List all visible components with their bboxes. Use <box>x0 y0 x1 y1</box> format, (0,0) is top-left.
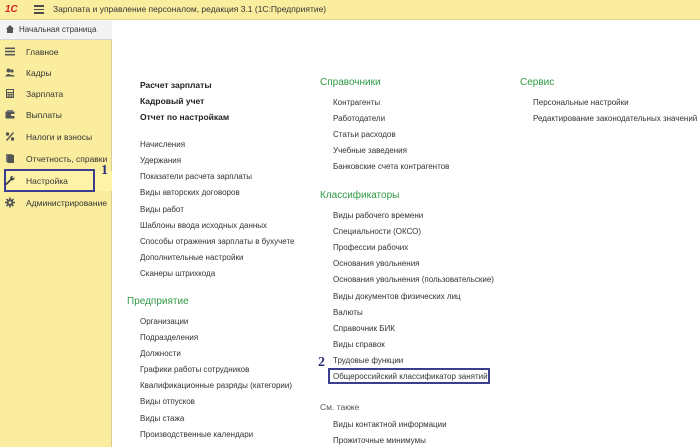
sidebar-item-payments[interactable]: Выплаты <box>0 105 112 125</box>
sidebar-item-label: Отчетность, справки <box>26 154 108 164</box>
sidebar-item-administration[interactable]: Администрирование <box>0 193 112 213</box>
section-title-service: Сервис <box>520 77 555 88</box>
home-page-tab[interactable]: Начальная страница <box>0 20 112 40</box>
link-accruals[interactable]: Начисления <box>140 140 185 149</box>
link-dismissal-grounds-custom[interactable]: Основания увольнения (пользовательские) <box>333 275 494 284</box>
link-worker-professions[interactable]: Профессии рабочих <box>333 243 408 252</box>
home-icon <box>6 25 14 33</box>
link-barcode-scanners[interactable]: Сканеры штрихкода <box>140 269 215 278</box>
link-contact-info-types[interactable]: Виды контактной информации <box>333 420 447 429</box>
sidebar-item-label: Выплаты <box>26 110 62 120</box>
link-settings-report[interactable]: Отчет по настройкам <box>140 112 229 122</box>
link-subsistence-minimums[interactable]: Прожиточные минимумы <box>333 436 426 445</box>
link-edit-legislative-values[interactable]: Редактирование законодательных значений <box>533 114 697 123</box>
link-personal-settings[interactable]: Персональные настройки <box>533 98 629 107</box>
sidebar-item-main[interactable]: Главное <box>0 42 112 62</box>
section-title-enterprise: Предприятие <box>127 296 189 307</box>
app-title: Зарплата и управление персоналом, редакц… <box>53 4 327 14</box>
link-hr-accounting[interactable]: Кадровый учет <box>140 96 204 106</box>
link-vacation-types[interactable]: Виды отпусков <box>140 397 195 406</box>
link-working-time-types[interactable]: Виды рабочего времени <box>333 211 423 220</box>
link-qualification-ranks[interactable]: Квалификационные разряды (категории) <box>140 381 292 390</box>
callout-number-1: 1 <box>101 163 108 178</box>
link-id-document-types[interactable]: Виды документов физических лиц <box>333 292 461 301</box>
link-currencies[interactable]: Валюты <box>333 308 363 317</box>
link-educational-institutions[interactable]: Учебные заведения <box>333 146 407 155</box>
gear-icon <box>5 197 15 208</box>
section-title-see-also: См. также <box>320 402 360 412</box>
link-positions[interactable]: Должности <box>140 349 181 358</box>
link-production-calendars[interactable]: Производственные календари <box>140 430 253 439</box>
link-work-schedules[interactable]: Графики работы сотрудников <box>140 365 249 374</box>
sidebar-item-personnel[interactable]: Кадры <box>0 63 112 83</box>
link-author-contracts[interactable]: Виды авторских договоров <box>140 188 240 197</box>
link-bik-directory[interactable]: Справочник БИК <box>333 324 395 333</box>
sidebar-item-label: Кадры <box>26 68 52 78</box>
section-title-classifiers: Классификаторы <box>320 190 400 201</box>
link-specialties-okso[interactable]: Специальности (ОКСО) <box>333 227 421 236</box>
link-salary-indicators[interactable]: Показатели расчета зарплаты <box>140 172 252 181</box>
link-deductions[interactable]: Удержания <box>140 156 181 165</box>
app-logo: 1С <box>5 4 18 15</box>
link-counterparties[interactable]: Контрагенты <box>333 98 380 107</box>
sidebar-item-label: Зарплата <box>26 89 64 99</box>
link-expense-items[interactable]: Статьи расходов <box>333 130 396 139</box>
percent-icon <box>5 132 15 141</box>
list-icon <box>5 47 15 56</box>
hamburger-menu-icon[interactable] <box>34 5 44 14</box>
link-salary-calc[interactable]: Расчет зарплаты <box>140 80 212 90</box>
sidebar-item-taxes[interactable]: Налоги и взносы <box>0 127 112 147</box>
calculator-icon <box>6 89 14 98</box>
callout-box-2 <box>328 368 490 384</box>
people-icon <box>5 68 15 77</box>
link-certificate-types[interactable]: Виды справок <box>333 340 385 349</box>
link-employers[interactable]: Работодатели <box>333 114 385 123</box>
link-additional-settings[interactable]: Дополнительные настройки <box>140 253 243 262</box>
link-departments[interactable]: Подразделения <box>140 333 198 342</box>
wallet-icon <box>5 110 15 119</box>
callout-number-2: 2 <box>318 355 325 370</box>
link-organizations[interactable]: Организации <box>140 317 188 326</box>
callout-box-1 <box>4 169 95 192</box>
sidebar-item-label: Главное <box>26 47 59 57</box>
sidebar-item-label: Налоги и взносы <box>26 132 93 142</box>
link-salary-reflection[interactable]: Способы отражения зарплаты в бухучете <box>140 237 294 246</box>
link-counterparty-bank-accounts[interactable]: Банковские счета контрагентов <box>333 162 449 171</box>
sidebar-item-salary[interactable]: Зарплата <box>0 84 112 104</box>
link-work-types[interactable]: Виды работ <box>140 205 184 214</box>
link-labor-functions[interactable]: Трудовые функции <box>333 356 403 365</box>
sidebar-item-label: Администрирование <box>26 198 108 208</box>
sidebar-item-reports[interactable]: Отчетность, справки <box>0 149 112 169</box>
title-bar: 1С Зарплата и управление персоналом, ред… <box>0 0 700 20</box>
link-input-templates[interactable]: Шаблоны ввода исходных данных <box>140 221 267 230</box>
report-icon <box>6 154 14 163</box>
link-seniority-types[interactable]: Виды стажа <box>140 414 184 423</box>
section-title-references: Справочники <box>320 77 381 88</box>
home-page-label: Начальная страница <box>19 25 97 34</box>
link-dismissal-grounds[interactable]: Основания увольнения <box>333 259 420 268</box>
sidebar: Начальная страница Главное Кадры Зарплат… <box>0 20 112 447</box>
